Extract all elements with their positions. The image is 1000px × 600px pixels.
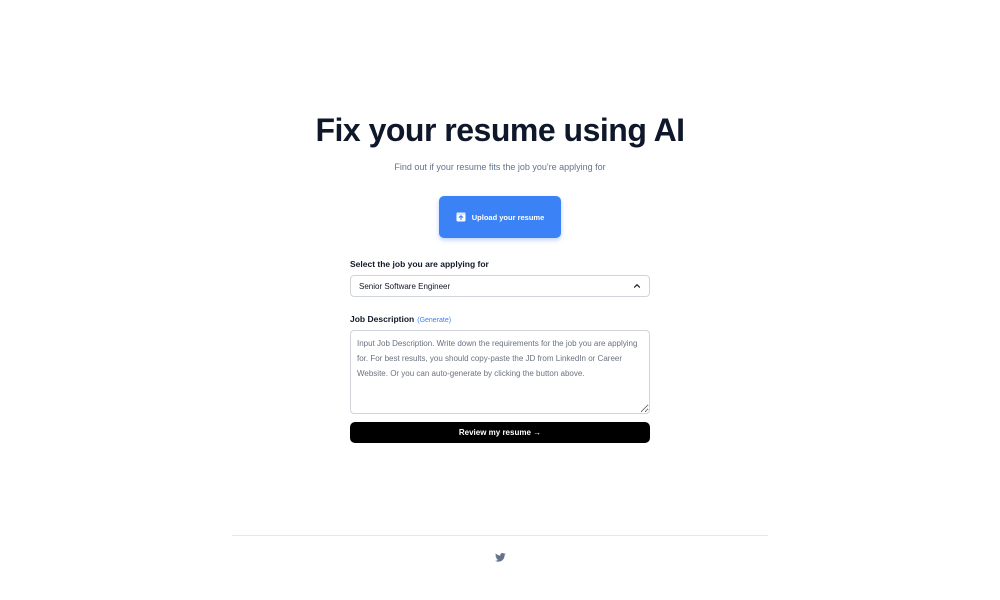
job-select[interactable]: Senior Software Engineer: [350, 275, 650, 297]
page-subtitle: Find out if your resume fits the job you…: [394, 162, 606, 172]
review-form: Select the job you are applying for Seni…: [350, 259, 650, 443]
generate-link[interactable]: (Generate): [417, 317, 451, 324]
file-icon: [456, 212, 466, 222]
chevron-up-icon: [633, 282, 641, 290]
review-resume-button[interactable]: Review my resume →: [350, 422, 650, 443]
upload-resume-label: Upload your resume: [471, 212, 545, 222]
job-select-label: Select the job you are applying for: [350, 259, 489, 269]
job-description-input[interactable]: [350, 330, 650, 414]
page-title: Fix your resume using AI: [315, 112, 685, 148]
footer: [232, 535, 768, 562]
job-select-value: Senior Software Engineer: [359, 281, 451, 291]
upload-resume-button[interactable]: Upload your resume: [439, 196, 561, 238]
main-content: Fix your resume using AI Find out if you…: [0, 0, 1000, 443]
twitter-icon[interactable]: [494, 553, 506, 562]
job-description-label-row: Job Description (Generate): [350, 314, 650, 324]
job-description-label: Job Description: [350, 314, 415, 324]
